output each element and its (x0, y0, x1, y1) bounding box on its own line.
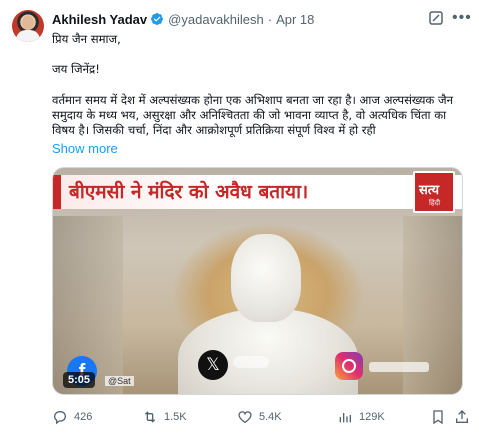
tweet-text-paragraph: वर्तमान समय में देश में अल्पसंख्यक होना … (52, 93, 454, 137)
news-banner-text: बीएमसी ने मंदिर को अवैध बताया। (69, 181, 309, 203)
heart-icon (238, 411, 252, 424)
reply-button[interactable]: 426 (52, 409, 92, 425)
reply-icon (53, 411, 66, 425)
share-button[interactable] (454, 409, 476, 425)
video-duration: 5:05 (63, 372, 96, 388)
repost-count: 1.5K (164, 411, 187, 423)
repost-button[interactable]: 1.5K (142, 409, 187, 425)
avatar[interactable] (12, 10, 44, 42)
news-banner-strip (53, 175, 61, 209)
channel-logo-text: सत्य (419, 183, 440, 198)
like-button[interactable]: 5.4K (237, 409, 282, 425)
author-name[interactable]: Akhilesh Yadav (52, 12, 147, 27)
reply-count: 426 (74, 411, 93, 423)
tweet: Akhilesh Yadav @yadavakhilesh · Apr 18 •… (0, 0, 479, 438)
avatar-face (22, 16, 34, 30)
views-count: 129K (359, 411, 385, 423)
channel-logo: सत्य हिंदी (413, 171, 455, 213)
statue-head (231, 234, 301, 322)
more-options-icon[interactable]: ••• (452, 10, 471, 26)
tweet-text: प्रिय जैन समाज, जय जिनेंद्र! वर्तमान समय… (52, 32, 462, 138)
share-icon (456, 410, 468, 423)
verified-badge-icon (151, 13, 164, 25)
tweet-text-line-2: जय जिनेंद्र! (52, 62, 100, 76)
tweet-text-line-1: प्रिय जैन समाज, (52, 32, 121, 46)
video-player[interactable]: बीएमसी ने मंदिर को अवैध बताया। सत्य हिंद… (52, 167, 463, 395)
grok-icon[interactable] (428, 10, 444, 26)
repost-icon (144, 411, 156, 423)
bookmark-button[interactable] (430, 409, 452, 425)
instagram-handle-pill (369, 362, 429, 372)
tweet-header: Akhilesh Yadav @yadavakhilesh · Apr 18 (52, 10, 314, 28)
avatar-body (16, 30, 40, 42)
x-logo-icon: 𝕏 (198, 350, 228, 380)
views-button[interactable]: 129K (337, 409, 385, 425)
instagram-icon (335, 352, 363, 380)
separator-dot: · (267, 11, 273, 27)
author-handle[interactable]: @yadavakhilesh (168, 12, 264, 27)
tweet-date[interactable]: Apr 18 (276, 12, 314, 27)
source-handle: @Sat (105, 376, 134, 386)
tweet-actions: 426 1.5K 5.4K 129K (52, 409, 472, 425)
views-icon (339, 413, 351, 423)
x-handle-pill (233, 356, 269, 368)
channel-logo-sub: हिंदी (429, 200, 441, 207)
bookmark-icon (433, 410, 443, 425)
like-count: 5.4K (259, 411, 282, 423)
show-more-link[interactable]: Show more (52, 141, 118, 156)
